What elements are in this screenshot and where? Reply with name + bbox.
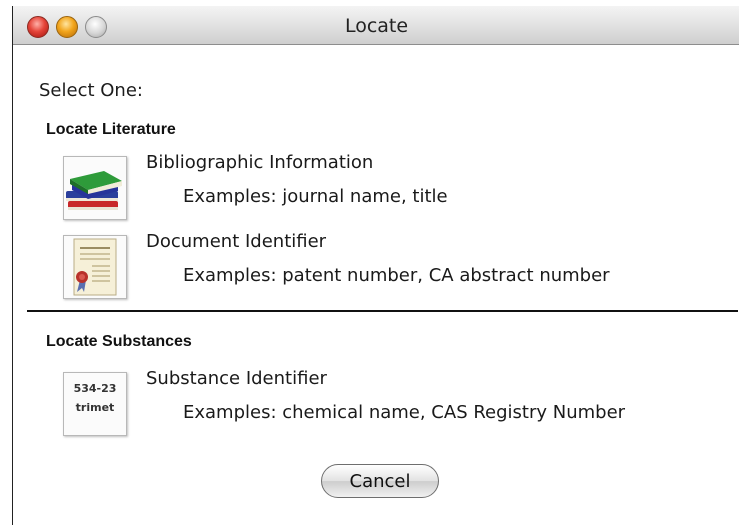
document-identifier-option[interactable]: Document Identifier Examples: patent num… [63,231,723,301]
substance-id-icon: 534-23 trimet [63,372,127,436]
section-title-substances: Locate Substances [46,333,192,350]
document-identifier-label: Document Identifier [146,231,327,252]
section-title-literature: Locate Literature [46,121,176,138]
locate-window: Locate Select One: Locate Literature Bib… [12,6,739,525]
window-title: Locate [344,15,409,37]
substance-identifier-example: Examples: chemical name, CAS Registry Nu… [183,402,626,423]
substance-icon-number: 534-23 [73,382,117,395]
title-bar[interactable]: Locate [13,6,739,45]
select-one-label: Select One: [39,80,143,101]
bibliographic-information-label: Bibliographic Information [146,152,374,173]
document-identifier-example: Examples: patent number, CA abstract num… [183,265,610,286]
certificate-document-icon [63,235,127,299]
section-divider [27,310,738,312]
bibliographic-information-example: Examples: journal name, title [183,186,448,207]
substance-identifier-option[interactable]: 534-23 trimet Substance Identifier Examp… [63,368,723,438]
cancel-button[interactable]: Cancel [321,464,439,498]
bibliographic-information-option[interactable]: Bibliographic Information Examples: jour… [63,152,723,222]
substance-identifier-label: Substance Identifier [146,368,327,389]
books-icon [63,156,127,220]
substance-icon-name: trimet [75,401,115,414]
